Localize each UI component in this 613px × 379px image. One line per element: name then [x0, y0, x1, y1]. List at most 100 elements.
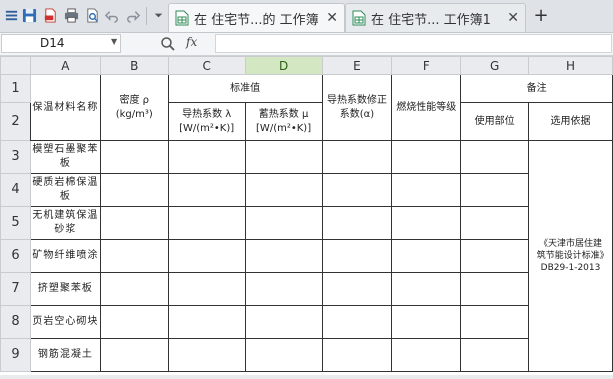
cell-d2-heat-storage[interactable]: 蓄热系数 μ [W/(m²•K)]: [244, 102, 323, 141]
data-cell[interactable]: [99, 173, 169, 207]
title-toolbar: 在 住宅节...的 工作簿 ✕ 在 住宅节... 工作簿1 ✕ +: [0, 0, 613, 33]
data-cell[interactable]: [167, 173, 246, 207]
material-cell[interactable]: 页岩空心砌块: [29, 305, 101, 339]
material-cell[interactable]: 钢筋混凝土: [29, 338, 101, 372]
material-cell[interactable]: 挤塑聚苯板: [29, 272, 101, 306]
redo-icon[interactable]: [124, 7, 141, 24]
data-cell[interactable]: [321, 239, 393, 273]
data-cell[interactable]: [391, 140, 462, 174]
row-header-8[interactable]: 8: [0, 305, 31, 339]
column-header-g[interactable]: G: [460, 56, 530, 75]
save-icon[interactable]: [21, 7, 38, 24]
formula-input[interactable]: [215, 34, 612, 53]
column-header-d[interactable]: D: [244, 56, 323, 75]
data-cell[interactable]: [167, 140, 246, 174]
data-cell[interactable]: [99, 206, 169, 240]
data-cell[interactable]: [244, 239, 323, 273]
data-cell[interactable]: [391, 206, 462, 240]
heat-storage-unit: [W/(m²•K)]: [256, 122, 312, 134]
row-header-3[interactable]: 3: [0, 140, 31, 174]
row-header-7[interactable]: 7: [0, 272, 31, 306]
cell-f1-fire-rating[interactable]: 燃烧性能等级: [391, 74, 462, 141]
data-cell[interactable]: [167, 272, 246, 306]
data-cell[interactable]: [391, 272, 462, 306]
cell-g2-usage-location[interactable]: 使用部位: [460, 102, 530, 141]
tab-workbook-active[interactable]: 在 住宅节...的 工作簿 ✕: [168, 3, 345, 32]
row-header-4[interactable]: 4: [0, 173, 31, 207]
data-cell[interactable]: [460, 173, 530, 207]
data-cell[interactable]: [167, 239, 246, 273]
print-icon[interactable]: [63, 7, 80, 24]
insert-function-button[interactable]: fx: [186, 35, 197, 49]
print-preview-icon[interactable]: [84, 7, 101, 24]
row-header-1[interactable]: 1: [0, 74, 31, 103]
data-cell[interactable]: [321, 305, 393, 339]
tab-workbook-1[interactable]: 在 住宅节... 工作簿1 ✕: [345, 3, 526, 32]
cell-c1-standard-value[interactable]: 标准值: [167, 74, 323, 103]
cell-h3-standard-basis[interactable]: 《天津市居住建筑节能设计标准》DB29-1-2013: [528, 140, 613, 372]
data-cell[interactable]: [167, 338, 246, 372]
data-cell[interactable]: [99, 272, 169, 306]
undo-icon[interactable]: [104, 7, 121, 24]
cell-g1-remarks[interactable]: 备注: [460, 74, 613, 103]
data-cell[interactable]: [244, 305, 323, 339]
cell-b1-density[interactable]: 密度 ρ (kg/m³): [99, 74, 169, 141]
data-cell[interactable]: [391, 173, 462, 207]
name-box[interactable]: D14: [1, 34, 121, 53]
data-cell[interactable]: [460, 206, 530, 240]
data-cell[interactable]: [99, 239, 169, 273]
data-cell[interactable]: [321, 272, 393, 306]
cell-a1-material-name[interactable]: 保温材料名称: [29, 74, 101, 141]
cell-h2-basis[interactable]: 选用依据: [528, 102, 613, 141]
material-cell[interactable]: 矿物纤维喷涂: [29, 239, 101, 273]
data-cell[interactable]: [167, 305, 246, 339]
data-cell[interactable]: [99, 338, 169, 372]
data-cell[interactable]: [244, 206, 323, 240]
data-cell[interactable]: [321, 140, 393, 174]
data-cell[interactable]: [460, 338, 530, 372]
row-header-2[interactable]: 2: [0, 102, 31, 141]
close-tab-icon[interactable]: ✕: [326, 10, 338, 26]
column-header-e[interactable]: E: [321, 56, 393, 75]
data-cell[interactable]: [391, 305, 462, 339]
data-cell[interactable]: [244, 272, 323, 306]
material-cell[interactable]: 无机建筑保温砂浆: [29, 206, 101, 240]
column-header-a[interactable]: A: [29, 56, 101, 75]
data-cell[interactable]: [321, 206, 393, 240]
zoom-icon[interactable]: [160, 36, 176, 52]
data-cell[interactable]: [99, 140, 169, 174]
data-cell[interactable]: [391, 239, 462, 273]
menu-icon[interactable]: [3, 7, 20, 24]
data-cell[interactable]: [167, 206, 246, 240]
close-tab-icon[interactable]: ✕: [507, 10, 519, 26]
cell-c2-thermal-conductivity[interactable]: 导热系数 λ [W/(m²•K)]: [167, 102, 246, 141]
data-cell[interactable]: [460, 239, 530, 273]
column-header-f[interactable]: F: [391, 56, 462, 75]
name-box-dropdown-icon[interactable]: ▼: [111, 37, 117, 46]
material-cell[interactable]: 硬质岩棉保温板: [29, 173, 101, 207]
select-all-corner[interactable]: [0, 56, 31, 75]
data-cell[interactable]: [391, 338, 462, 372]
data-cell[interactable]: [460, 272, 530, 306]
cell-e1-correction-factor[interactable]: 导热系数修正系数(α): [321, 74, 393, 141]
spreadsheet-file-icon: [175, 10, 189, 26]
new-tab-button[interactable]: +: [531, 6, 551, 26]
data-cell[interactable]: [99, 305, 169, 339]
data-cell[interactable]: [244, 140, 323, 174]
quick-access-dropdown-icon[interactable]: [150, 7, 167, 24]
column-header-b[interactable]: B: [99, 56, 169, 75]
material-cell[interactable]: 模塑石墨聚苯板: [29, 140, 101, 174]
tab-label: 在 住宅节...的 工作簿: [194, 12, 319, 28]
data-cell[interactable]: [321, 173, 393, 207]
data-cell[interactable]: [460, 140, 530, 174]
data-cell[interactable]: [244, 173, 323, 207]
data-cell[interactable]: [244, 338, 323, 372]
export-pdf-icon[interactable]: [42, 7, 59, 24]
row-header-6[interactable]: 6: [0, 239, 31, 273]
data-cell[interactable]: [460, 305, 530, 339]
data-cell[interactable]: [321, 338, 393, 372]
column-header-c[interactable]: C: [167, 56, 246, 75]
row-header-5[interactable]: 5: [0, 206, 31, 240]
row-header-9[interactable]: 9: [0, 338, 31, 372]
column-header-h[interactable]: H: [528, 56, 613, 75]
